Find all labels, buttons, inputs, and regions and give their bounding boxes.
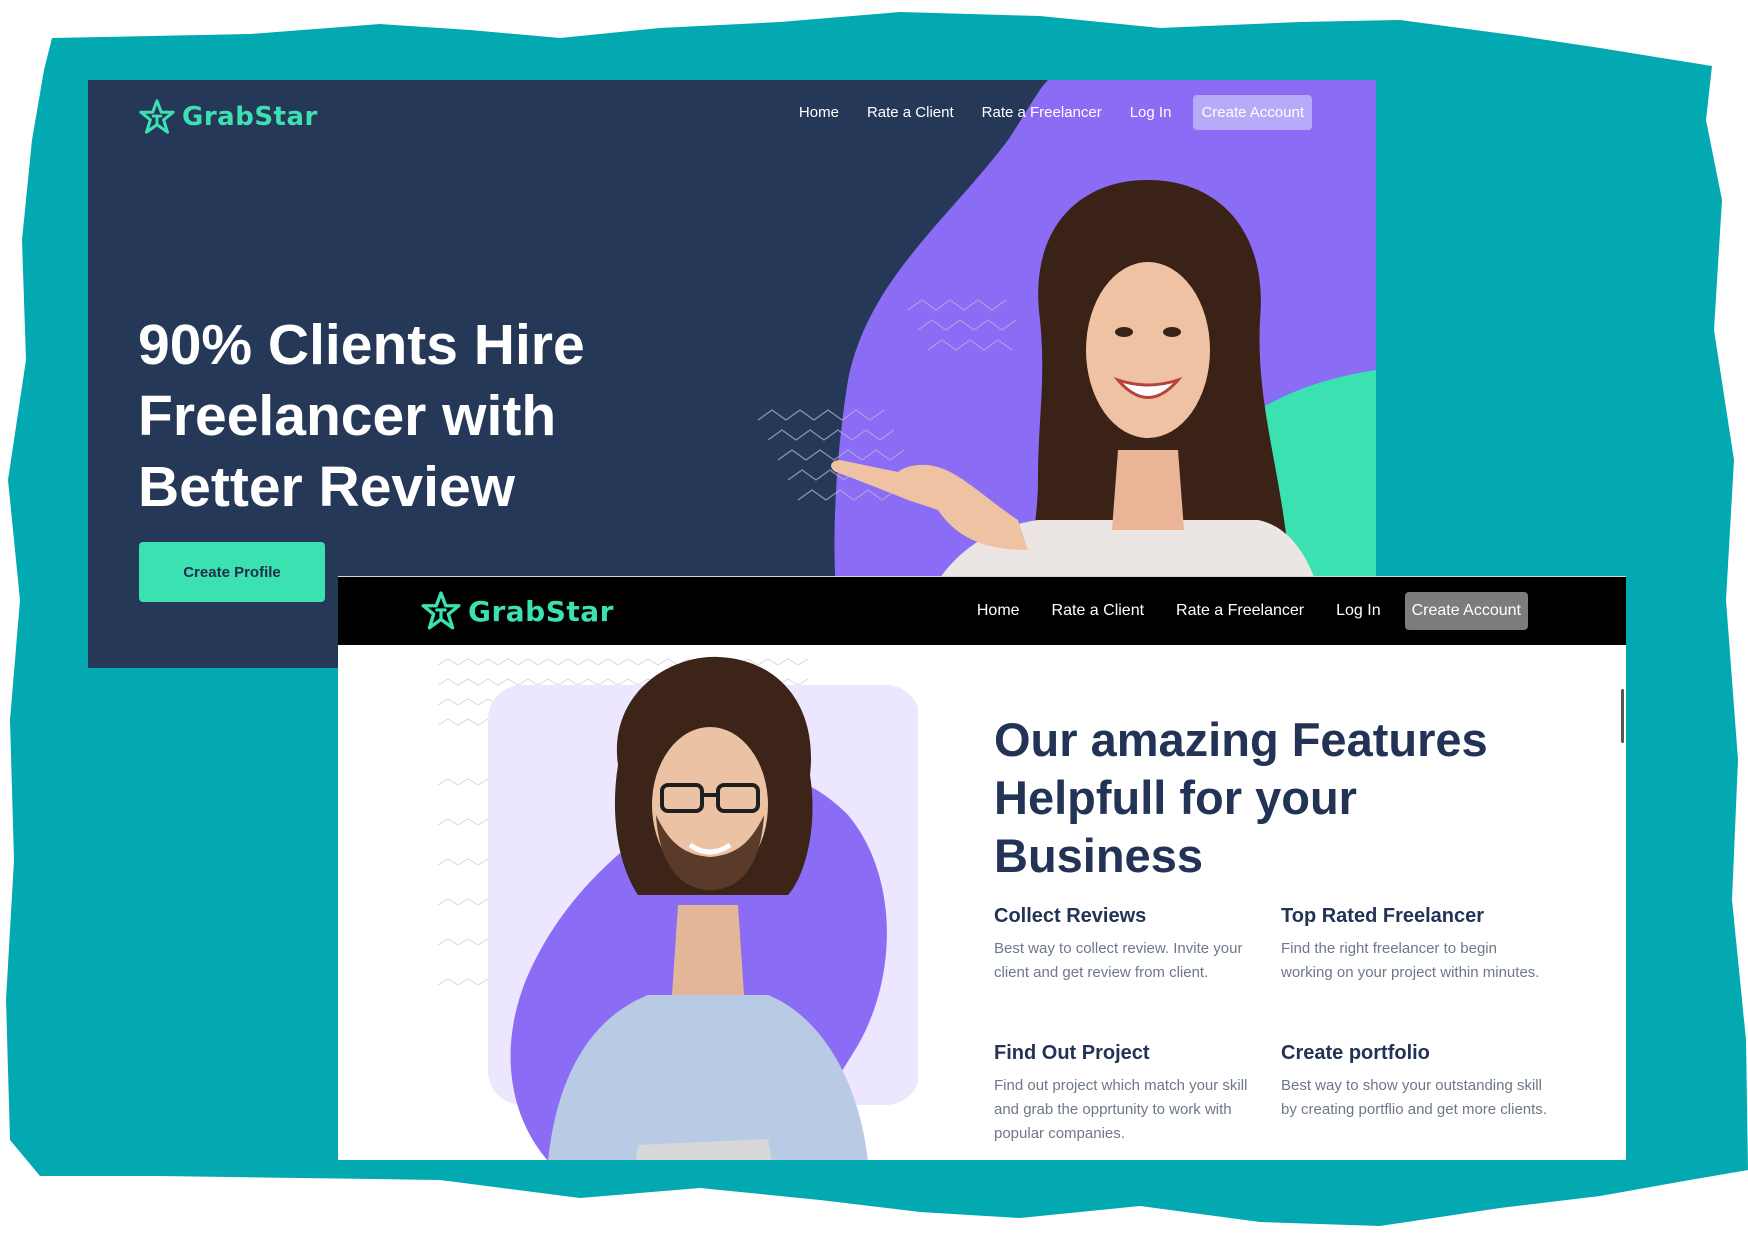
feature-heading: Create portfolio bbox=[1281, 1042, 1430, 1064]
create-profile-button[interactable]: Create Profile bbox=[139, 542, 325, 602]
nav-rate-client[interactable]: Rate a Client bbox=[1036, 602, 1161, 620]
feature-description: Find out project which match your skill … bbox=[994, 1077, 1248, 1142]
brand-logo[interactable]: GrabStar bbox=[420, 589, 614, 633]
brand-name: GrabStar bbox=[468, 594, 614, 628]
nav-rate-client[interactable]: Rate a Client bbox=[853, 104, 968, 121]
feature-card: Find Out Project Find out project which … bbox=[994, 1040, 1264, 1146]
brand-logo[interactable]: GrabStar bbox=[138, 96, 318, 138]
nav-home[interactable]: Home bbox=[785, 104, 853, 121]
top-navbar: GrabStar Home Rate a Client Rate a Freel… bbox=[88, 80, 1376, 152]
feature-card: Create portfolio Best way to show your o… bbox=[1281, 1040, 1551, 1122]
nav-rate-freelancer[interactable]: Rate a Freelancer bbox=[1160, 602, 1320, 620]
feature-heading: Top Rated Freelancer bbox=[1281, 905, 1485, 927]
feature-card: Collect Reviews Best way to collect revi… bbox=[994, 903, 1264, 985]
features-page-screenshot: GrabStar Home Rate a Client Rate a Freel… bbox=[338, 576, 1626, 1160]
top-navbar: GrabStar Home Rate a Client Rate a Freel… bbox=[338, 577, 1626, 645]
nav-home[interactable]: Home bbox=[961, 602, 1036, 620]
nav-log-in[interactable]: Log In bbox=[1116, 104, 1186, 121]
create-account-button[interactable]: Create Account bbox=[1193, 94, 1312, 130]
features-title: Our amazing Features Helpfull for your B… bbox=[994, 713, 1488, 882]
feature-description: Best way to show your outstanding skill … bbox=[1281, 1077, 1547, 1118]
nav-rate-freelancer[interactable]: Rate a Freelancer bbox=[968, 104, 1116, 121]
feature-heading: Collect Reviews bbox=[994, 905, 1147, 927]
feature-description: Best way to collect review. Invite your … bbox=[994, 940, 1243, 981]
nav-links: Home Rate a Client Rate a Freelancer Log… bbox=[961, 591, 1528, 631]
scrollbar[interactable] bbox=[1621, 689, 1624, 743]
feature-card: Top Rated Freelancer Find the right free… bbox=[1281, 903, 1551, 985]
star-icon bbox=[139, 99, 175, 134]
hero-headline: 90% Clients Hire Freelancer with Better … bbox=[138, 313, 585, 519]
mockup-stage: GrabStar Home Rate a Client Rate a Freel… bbox=[0, 0, 1748, 1240]
star-icon bbox=[421, 591, 461, 630]
nav-links: Home Rate a Client Rate a Freelancer Log… bbox=[785, 94, 1312, 130]
brand-name: GrabStar bbox=[182, 102, 318, 132]
create-account-button[interactable]: Create Account bbox=[1404, 592, 1528, 630]
feature-description: Find the right freelancer to begin worki… bbox=[1281, 940, 1540, 981]
nav-log-in[interactable]: Log In bbox=[1320, 602, 1396, 620]
feature-heading: Find Out Project bbox=[994, 1042, 1150, 1064]
features-illustration bbox=[438, 656, 918, 1160]
